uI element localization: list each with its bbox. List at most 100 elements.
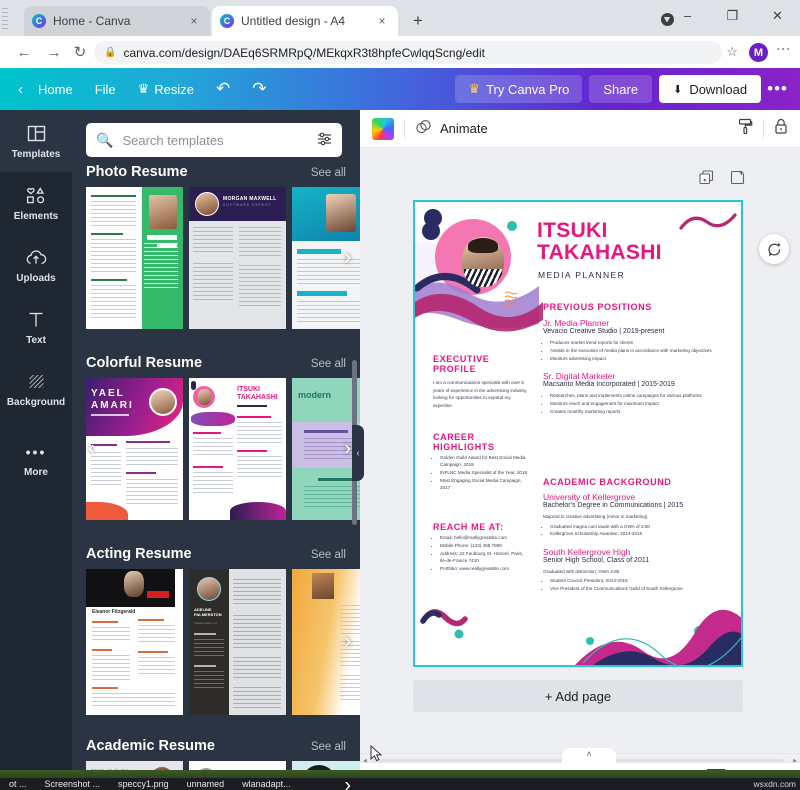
- crown-icon: ♛: [468, 81, 480, 97]
- school-bullets: Student Council President, 2014-2015 Vic…: [543, 577, 728, 592]
- more-options-icon[interactable]: •••: [767, 79, 800, 99]
- sidebar-item-label: Text: [26, 335, 46, 346]
- see-all-link[interactable]: See all: [311, 549, 346, 561]
- see-all-link[interactable]: See all: [311, 167, 346, 179]
- sidebar-item-label: Elements: [14, 211, 58, 222]
- next-templates-arrow[interactable]: ›: [344, 775, 351, 790]
- elements-icon: [25, 185, 47, 207]
- template-thumb[interactable]: ADELINEPALMERSTON Theatre Actor, LA: [189, 569, 286, 715]
- search-bar[interactable]: 🔍: [86, 123, 342, 157]
- sidebar-item-text[interactable]: Text: [0, 296, 72, 358]
- next-templates-arrow[interactable]: ›: [344, 438, 351, 461]
- taskbar-item[interactable]: speccy1.png: [109, 779, 178, 789]
- new-tab-button[interactable]: +: [406, 10, 430, 34]
- back-icon[interactable]: ‹: [0, 81, 27, 98]
- section-title: Colorful Resume: [86, 355, 202, 371]
- search-input[interactable]: [122, 133, 317, 148]
- download-button[interactable]: ⬇ Download: [659, 75, 761, 103]
- animate-button[interactable]: Animate: [415, 119, 488, 138]
- list-item: Email: hello@reallygreatsite.com: [440, 534, 529, 541]
- resume-role: MEDIA PLANNER: [538, 270, 625, 280]
- more-icon: •••: [26, 441, 47, 463]
- download-label: Download: [689, 82, 747, 97]
- taskbar-item[interactable]: unnamed: [178, 779, 234, 789]
- browser-menu-icon[interactable]: ⋮: [776, 42, 792, 54]
- sidebar-item-uploads[interactable]: Uploads: [0, 234, 72, 296]
- list-item: Address: 22 Faubourg St. Honoré, Paris, …: [440, 550, 529, 565]
- back-icon[interactable]: ←: [14, 43, 34, 63]
- close-icon[interactable]: ×: [186, 14, 202, 28]
- sliders-icon[interactable]: [317, 132, 332, 149]
- window-close-button[interactable]: ✕: [755, 0, 800, 32]
- try-canva-pro-button[interactable]: ♛ Try Canva Pro: [455, 75, 582, 103]
- bookmark-star-icon[interactable]: ☆: [726, 44, 738, 60]
- close-icon[interactable]: ×: [374, 14, 390, 28]
- template-thumb[interactable]: Eleanor Fitzgerald: [86, 569, 183, 715]
- sidebar-item-elements[interactable]: Elements: [0, 172, 72, 234]
- job-title: Jr. Media Planner: [543, 318, 728, 328]
- window-grip-icon: [2, 8, 8, 30]
- home-button[interactable]: Home: [27, 82, 84, 97]
- share-button[interactable]: Share: [589, 75, 652, 103]
- template-thumb[interactable]: MORGAN MAXWELL SOFTWARE EXPERT: [189, 187, 286, 329]
- redo-icon[interactable]: ↷: [241, 79, 277, 99]
- list-item: Most Engaging Social Media Campaign, 201…: [440, 477, 529, 492]
- taskbar-item[interactable]: ot ...: [0, 779, 36, 789]
- list-item: Creates monthly marketing reports: [550, 408, 728, 415]
- sidebar-item-more[interactable]: ••• More: [0, 428, 72, 490]
- address-bar[interactable]: 🔒 canva.com/design/DAEq6SRMRpQ/MEkqxR3t8…: [94, 41, 722, 64]
- browser-tab-home[interactable]: C Home - Canva ×: [24, 6, 210, 36]
- job-bullets: Produces market trend reports for client…: [543, 339, 728, 362]
- browser-tab-untitled-design[interactable]: C Untitled design - A4 ×: [212, 6, 398, 36]
- school-name: University of Kellergrove: [543, 492, 728, 502]
- window-maximize-button[interactable]: ❐: [710, 0, 755, 32]
- crown-icon: ♛: [138, 81, 150, 97]
- lock-icon[interactable]: [774, 118, 788, 140]
- canvas-area: ITSUKI TAKAHASHI MEDIA PLANNER EXECUTIVE…: [360, 148, 800, 753]
- sidebar-item-templates[interactable]: Templates: [0, 110, 72, 172]
- paint-roller-icon[interactable]: [738, 118, 753, 140]
- list-item: Monitors reach and engagement for maximu…: [550, 400, 728, 407]
- taskbar-item[interactable]: Screenshot ...: [36, 779, 110, 789]
- animate-label: Animate: [440, 121, 488, 136]
- add-page-icon[interactable]: [730, 170, 745, 190]
- window-minimize-button[interactable]: –: [665, 0, 710, 32]
- resize-button[interactable]: ♛ Resize: [127, 81, 205, 97]
- sidebar-item-label: Background: [7, 397, 65, 408]
- template-thumb[interactable]: ITSUKI TAKAHASHI: [189, 378, 286, 520]
- job-title: Sr. Digital Marketer: [543, 371, 728, 381]
- avatar[interactable]: M: [749, 43, 768, 62]
- browser-omnibox-bar: ← → ↻ 🔒 canva.com/design/DAEq6SRMRpQ/MEk…: [0, 36, 800, 68]
- thumb-name-line2: TAKAHASHI: [237, 394, 278, 401]
- collapse-panel-handle[interactable]: ‹: [352, 425, 364, 481]
- notes-collapse-handle[interactable]: ˄: [562, 748, 616, 764]
- next-templates-arrow[interactable]: ›: [344, 247, 351, 270]
- duplicate-page-icon[interactable]: [699, 170, 714, 190]
- school-note: Graduated with distinction; GWA 3.88: [543, 568, 728, 576]
- see-all-link[interactable]: See all: [311, 741, 346, 753]
- reload-icon[interactable]: ↻: [70, 43, 90, 63]
- undo-icon[interactable]: ↶: [205, 79, 241, 99]
- rainbow-swatch-icon[interactable]: [372, 118, 394, 140]
- prev-templates-arrow[interactable]: ‹: [88, 438, 95, 461]
- tab-title: Home - Canva: [53, 14, 186, 28]
- uploads-icon: [25, 247, 47, 269]
- resize-label: Resize: [154, 82, 194, 97]
- list-item: Student Council President, 2014-2015: [550, 577, 728, 584]
- forward-icon[interactable]: →: [44, 43, 64, 63]
- add-comment-icon[interactable]: [759, 234, 789, 264]
- file-menu-button[interactable]: File: [84, 82, 127, 97]
- tab-title: Untitled design - A4: [241, 14, 374, 28]
- add-page-button[interactable]: + Add page: [413, 680, 743, 712]
- design-page-1[interactable]: ITSUKI TAKAHASHI MEDIA PLANNER EXECUTIVE…: [413, 200, 743, 667]
- template-thumb[interactable]: [86, 187, 183, 329]
- template-row: YAEL AMARI ‹ ITSUKI T: [72, 378, 360, 520]
- mouse-cursor-icon: [370, 745, 382, 762]
- career-highlights-list: Golden Guild Award for Best Social Media…: [433, 454, 529, 492]
- see-all-link[interactable]: See all: [311, 358, 346, 370]
- template-thumb[interactable]: YAEL AMARI ‹: [86, 378, 183, 520]
- taskbar-item[interactable]: wlanadapt...: [233, 779, 300, 789]
- next-templates-arrow[interactable]: ›: [344, 631, 351, 654]
- list-item: Golden Guild Award for Best Social Media…: [440, 454, 529, 469]
- sidebar-item-background[interactable]: Background: [0, 358, 72, 420]
